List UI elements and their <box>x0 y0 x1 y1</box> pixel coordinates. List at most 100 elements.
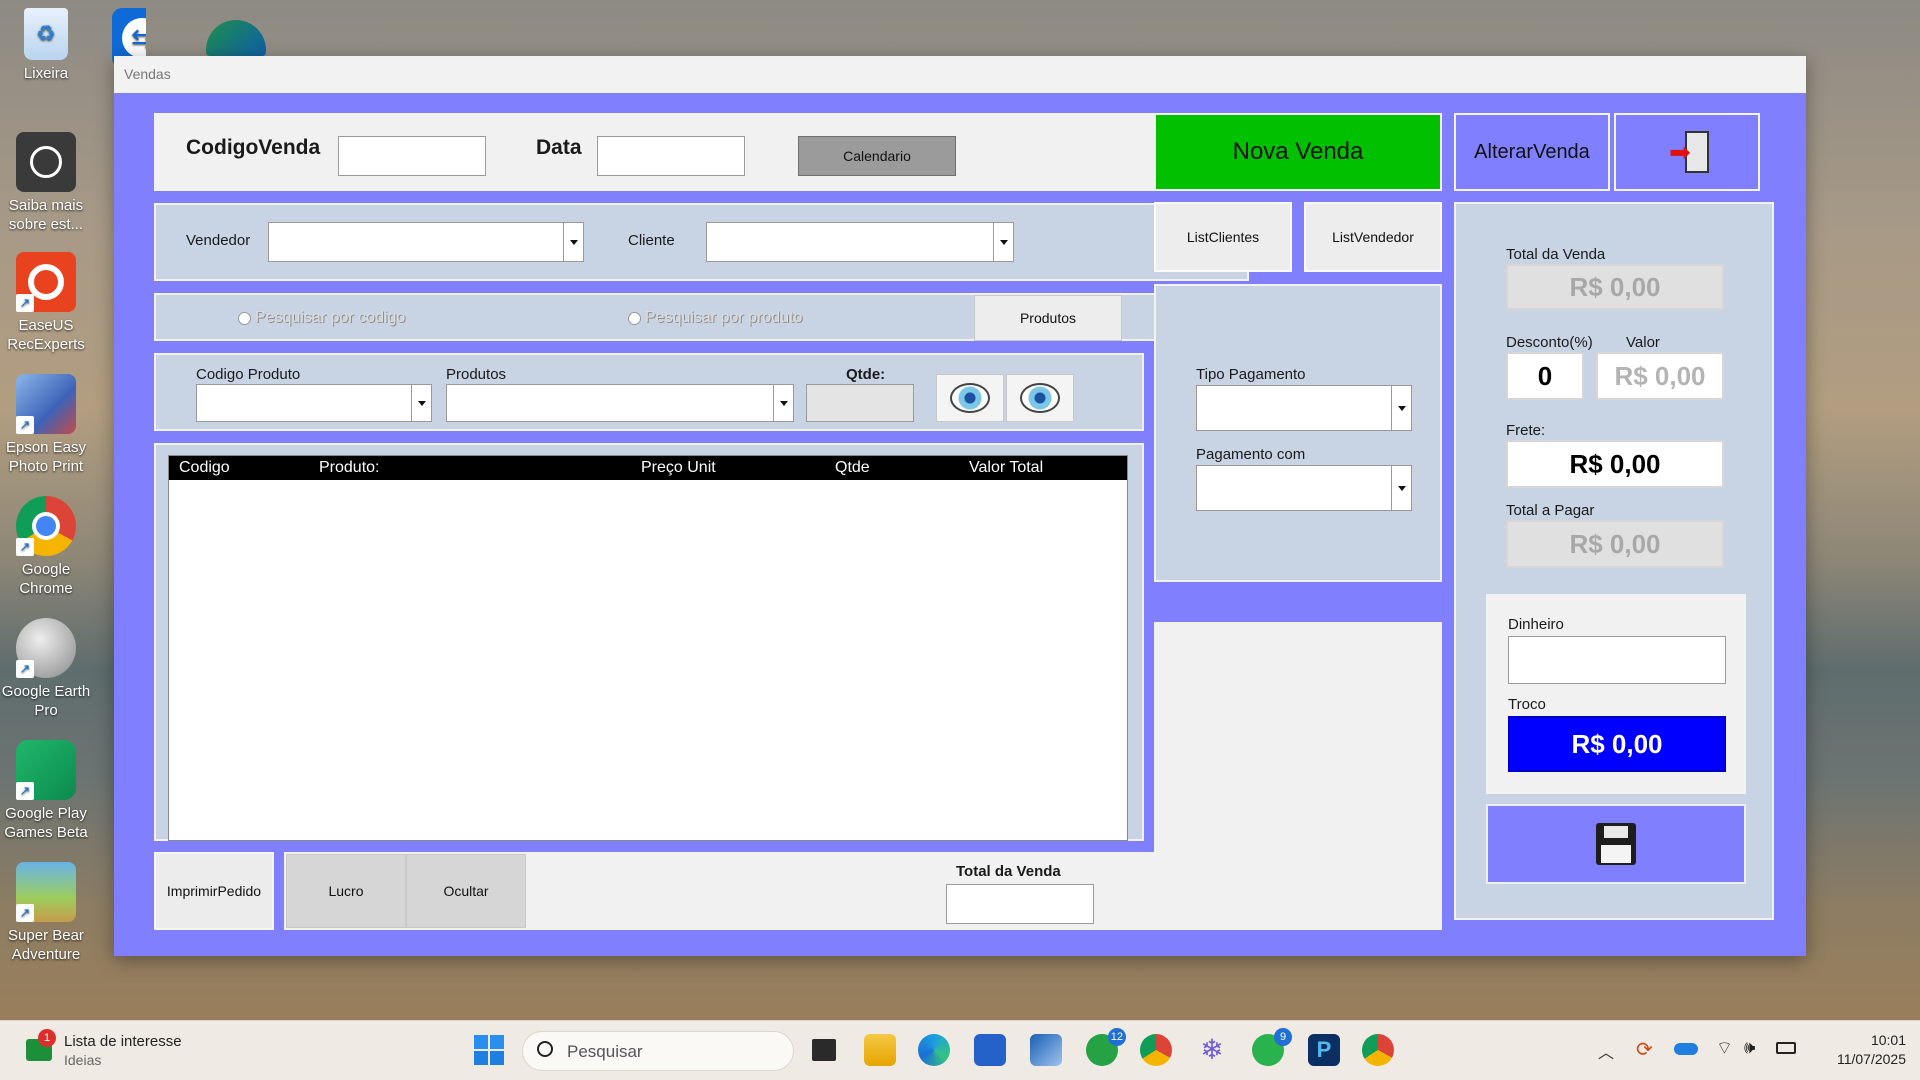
cash-panel: Dinheiro Troco R$ 0,00 <box>1486 594 1746 794</box>
shortcut-arrow-icon: ↗ <box>16 782 34 800</box>
empty-side-panel <box>1154 622 1442 930</box>
whatsapp-icon[interactable]: 12 <box>1086 1028 1126 1066</box>
exit-button[interactable]: ➡ <box>1614 113 1760 191</box>
task-view-icon[interactable] <box>812 1039 836 1061</box>
list-vendedor-button[interactable]: ListVendedor <box>1304 202 1442 272</box>
chevron-down-icon[interactable] <box>993 223 1013 261</box>
battery-icon[interactable] <box>1776 1042 1796 1054</box>
desktop-icon-label: Google Earth Pro <box>1 683 91 719</box>
chrome-profile-icon[interactable] <box>1140 1034 1172 1066</box>
chevron-down-icon[interactable] <box>411 385 431 421</box>
store-icon[interactable] <box>974 1034 1006 1066</box>
items-table[interactable]: Codigo Produto: Preço Unit Qtde Valor To… <box>168 455 1128 841</box>
dinheiro-input[interactable] <box>1508 636 1726 684</box>
partial-app-icon[interactable] <box>206 20 266 56</box>
codigo-venda-input[interactable] <box>338 136 486 176</box>
total-pagar-label: Total a Pagar <box>1506 502 1595 519</box>
calendario-button[interactable]: Calendario <box>798 136 956 176</box>
desktop-icon-epson[interactable]: ↗ Epson Easy Photo Print <box>0 374 92 476</box>
widgets-button[interactable]: 1 Lista de interesse Ideias <box>22 1029 222 1071</box>
outlook-icon[interactable] <box>1030 1034 1062 1066</box>
desktop-icon-google-earth[interactable]: ↗ Google Earth Pro <box>0 618 92 720</box>
desktop-icon-play-games[interactable]: ↗ Google Play Games Beta <box>0 740 92 842</box>
wifi-icon[interactable]: ⌔ <box>1716 1037 1733 1060</box>
clock[interactable]: 10:01 11/07/2025 <box>1814 1031 1906 1069</box>
sync-icon[interactable]: ⟳ <box>1636 1037 1653 1062</box>
taskbar-search[interactable]: Pesquisar <box>522 1031 794 1071</box>
dinheiro-label: Dinheiro <box>1508 616 1564 633</box>
desktop-icon-easeus[interactable]: ↗ EaseUS RecExperts <box>0 252 92 354</box>
clock-date: 11/07/2025 <box>1836 1051 1906 1067</box>
game-icon: ↗ <box>16 862 76 922</box>
data-input[interactable] <box>597 136 745 176</box>
magnifier-eye-icon <box>950 383 990 413</box>
volume-icon[interactable]: 🕪 <box>1744 1037 1755 1058</box>
search-mode-panel: Pesquisar por codigo Pesquisar por produ… <box>154 293 1249 341</box>
chevron-down-icon[interactable] <box>563 223 583 261</box>
total-venda-label: Total da Venda <box>1506 246 1606 263</box>
pesquisar-codigo-radio[interactable]: Pesquisar por codigo <box>238 309 405 327</box>
pesquisar-codigo-label: Pesquisar por codigo <box>255 309 406 326</box>
search-product-button[interactable] <box>936 374 1004 422</box>
imprimir-pedido-button[interactable]: ImprimirPedido <box>154 852 274 930</box>
chevron-down-icon[interactable] <box>1391 386 1411 430</box>
total-venda-footer-input[interactable] <box>946 884 1094 924</box>
pagamento-com-select[interactable] <box>1196 465 1412 511</box>
list-clientes-button[interactable]: ListClientes <box>1154 202 1292 272</box>
whatsapp-alt-icon[interactable]: 9 <box>1252 1028 1292 1066</box>
play-games-icon: ↗ <box>16 740 76 800</box>
desconto-input[interactable]: 0 <box>1506 352 1584 400</box>
paypal-app-icon[interactable]: P <box>1308 1034 1340 1066</box>
chrome-icon[interactable] <box>1362 1034 1394 1066</box>
nova-venda-button[interactable]: Nova Venda <box>1154 113 1442 191</box>
frete-input[interactable]: R$ 0,00 <box>1506 440 1724 488</box>
shortcut-arrow-icon: ↗ <box>16 294 34 312</box>
desktop-icon-super-bear[interactable]: ↗ Super Bear Adventure <box>0 862 92 964</box>
desktop-icon-saiba-mais[interactable]: Saiba mais sobre est... <box>0 132 92 234</box>
codigo-produto-select[interactable] <box>196 384 432 422</box>
alterar-venda-button[interactable]: AlterarVenda <box>1454 113 1610 191</box>
produtos-select[interactable] <box>446 384 794 422</box>
vendedor-select[interactable] <box>268 222 584 262</box>
search-product-alt-button[interactable] <box>1006 374 1074 422</box>
radio-icon <box>238 311 251 325</box>
clock-time: 10:01 <box>1870 1032 1906 1048</box>
frete-label: Frete: <box>1506 422 1546 439</box>
desktop-icon-label: Super Bear Adventure <box>8 927 84 963</box>
cliente-select[interactable] <box>706 222 1014 262</box>
qtde-input[interactable] <box>806 384 914 422</box>
desktop-icon-label: Epson Easy Photo Print <box>5 439 87 475</box>
column-header-produto: Produto: <box>319 459 380 476</box>
chevron-down-icon[interactable] <box>1391 466 1411 510</box>
total-venda-footer-label: Total da Venda <box>956 863 1061 880</box>
desktop-icon-chrome[interactable]: ↗ Google Chrome <box>0 496 92 598</box>
chrome-icon: ↗ <box>16 496 76 556</box>
chevron-down-icon[interactable] <box>773 385 793 421</box>
codigo-produto-label: Codigo Produto <box>196 366 301 383</box>
desktop-icon-lixeira[interactable]: ♻ Lixeira <box>0 8 92 83</box>
exit-door-icon: ➡ <box>1665 131 1709 173</box>
edge-icon[interactable] <box>918 1034 950 1066</box>
tray-chevron-icon[interactable]: ︿ <box>1598 1039 1614 1063</box>
photo-print-icon: ↗ <box>16 374 76 434</box>
save-button[interactable] <box>1486 804 1746 884</box>
produtos-button[interactable]: Produtos <box>974 295 1122 341</box>
onedrive-icon[interactable] <box>1674 1043 1698 1055</box>
camera-icon <box>16 132 76 192</box>
shortcut-arrow-icon: ↗ <box>16 660 34 678</box>
lucro-button[interactable]: Lucro <box>286 854 406 928</box>
desktop-icon-label: Lixeira <box>23 65 69 82</box>
file-explorer-icon[interactable] <box>864 1034 896 1066</box>
widget-subtitle: Ideias <box>64 1052 102 1068</box>
window-titlebar[interactable]: Vendas <box>114 56 1806 93</box>
pesquisar-produto-label: Pesquisar por produto <box>645 309 803 326</box>
tipo-pagamento-select[interactable] <box>1196 385 1412 431</box>
start-button[interactable] <box>474 1035 504 1065</box>
search-placeholder: Pesquisar <box>567 1042 643 1061</box>
tipo-pagamento-label: Tipo Pagamento <box>1196 366 1306 383</box>
snowflake-app-icon[interactable]: ❄ <box>1196 1034 1228 1066</box>
ocultar-button[interactable]: Ocultar <box>406 854 526 928</box>
recycle-bin-icon: ♻ <box>24 8 68 60</box>
desktop-icon-label: Google Play Games Beta <box>4 805 88 841</box>
pesquisar-produto-radio[interactable]: Pesquisar por produto <box>628 309 802 327</box>
